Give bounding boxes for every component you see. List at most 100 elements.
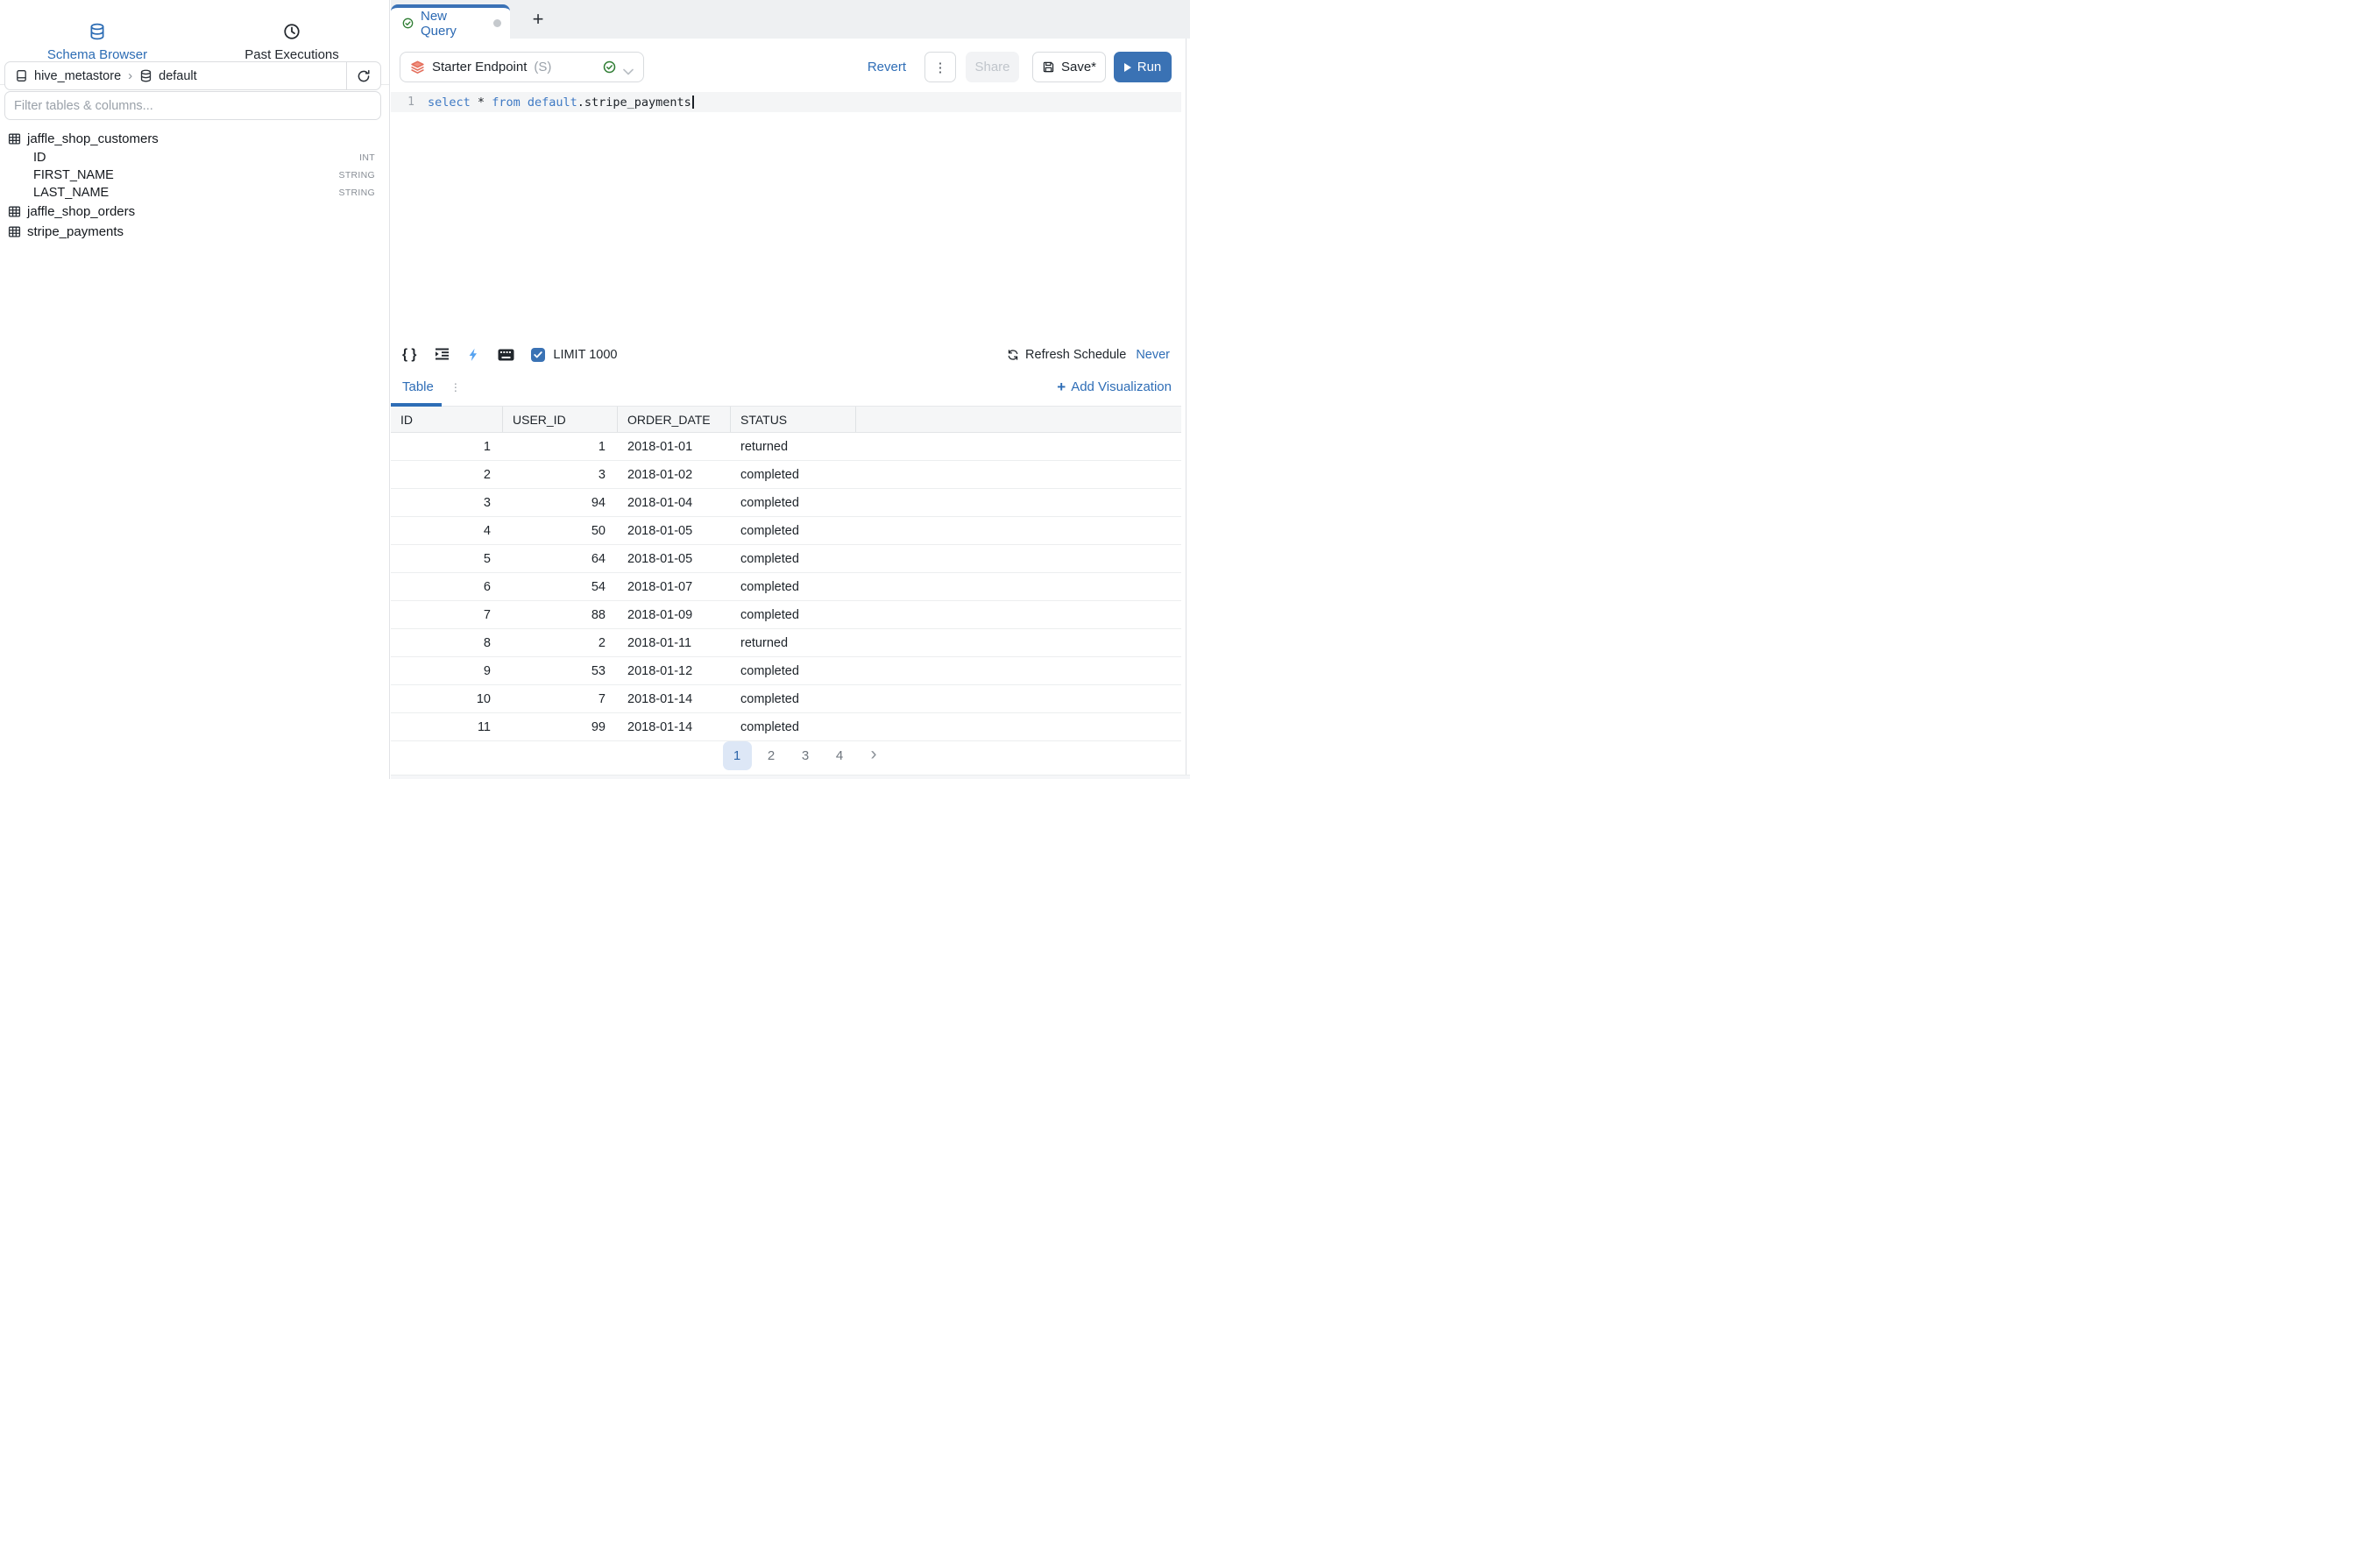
table-cell: 3 [503, 461, 618, 488]
table-cell: 2018-01-14 [618, 713, 731, 740]
table-cell-spacer [856, 573, 1181, 600]
breadcrumb-catalog[interactable]: hive_metastore [34, 69, 121, 83]
page-button-4[interactable]: 4 [825, 741, 854, 770]
code-token [485, 96, 492, 110]
run-button[interactable]: Run [1114, 52, 1172, 82]
column-type: STRING [339, 170, 375, 181]
schema-column-row[interactable]: FIRST_NAME STRING [0, 166, 390, 184]
endpoint-selector[interactable]: Starter Endpoint (S) [400, 52, 644, 82]
line-number: 1 [391, 96, 428, 109]
table-cell: 2018-01-14 [618, 685, 731, 712]
bottom-strip [391, 775, 1190, 779]
table-grid-icon [8, 205, 21, 218]
format-braces-icon[interactable]: { } [402, 347, 416, 363]
table-cell: completed [731, 657, 856, 684]
table-name: jaffle_shop_customers [27, 131, 159, 146]
history-clock-icon [283, 23, 301, 40]
table-cell: 2018-01-09 [618, 601, 731, 628]
new-tab-button[interactable]: + [522, 0, 554, 39]
add-visualization-button[interactable]: + Add Visualization [1057, 379, 1172, 396]
table-cell-spacer [856, 489, 1181, 516]
check-circle-icon [402, 18, 414, 29]
table-cell: 2018-01-11 [618, 629, 731, 656]
code-token: .stripe_payments [577, 96, 691, 110]
schema-column-row[interactable]: LAST_NAME STRING [0, 184, 390, 202]
table-cell: 4 [391, 517, 503, 544]
table-cell: 1 [503, 433, 618, 460]
breadcrumb-schema[interactable]: default [159, 69, 197, 83]
table-cell: 2018-01-01 [618, 433, 731, 460]
filter-input[interactable] [4, 91, 381, 120]
chevron-down-icon [623, 64, 634, 71]
schema-table-row[interactable]: stripe_payments [0, 222, 390, 242]
column-header-status[interactable]: STATUS [731, 407, 856, 432]
table-cell: 6 [391, 573, 503, 600]
table-cell: 64 [503, 545, 618, 572]
schema-table-row[interactable]: jaffle_shop_orders [0, 202, 390, 222]
results-header-row: IDUSER_IDORDER_DATESTATUS [391, 407, 1181, 433]
table-row: 7882018-01-09completed [391, 601, 1181, 629]
kebab-menu-icon: ⋮ [934, 60, 947, 75]
column-header-id[interactable]: ID [391, 407, 503, 432]
code-line-content: select * from default.stripe_payments [428, 96, 694, 110]
column-header-user_id[interactable]: USER_ID [503, 407, 618, 432]
indent-icon[interactable] [435, 348, 450, 361]
table-cell: completed [731, 517, 856, 544]
save-button[interactable]: Save* [1032, 52, 1106, 82]
code-token: from [492, 96, 521, 110]
table-cell-spacer [856, 685, 1181, 712]
results-tab-table[interactable]: Table [402, 379, 434, 394]
column-name: FIRST_NAME [33, 168, 114, 182]
main-header: Starter Endpoint (S) Revert ⋮ Share Save… [391, 39, 1181, 92]
page-button-1[interactable]: 1 [723, 741, 752, 770]
table-cell: 88 [503, 601, 618, 628]
results-tab-kebab-icon[interactable]: ⋮ [450, 381, 461, 393]
table-row: 112018-01-01returned [391, 433, 1181, 461]
sql-editor[interactable]: 1 select * from default.stripe_payments [391, 92, 1181, 340]
table-cell: 3 [391, 489, 503, 516]
save-floppy-icon [1042, 60, 1055, 74]
lightning-icon[interactable] [468, 348, 478, 362]
page-button-2[interactable]: 2 [757, 741, 786, 770]
tab-label: Schema Browser [47, 47, 147, 62]
chevron-right-icon: › [128, 68, 132, 83]
table-cell: 2018-01-05 [618, 517, 731, 544]
header-actions: Revert ⋮ Share Save* Run [868, 52, 1172, 82]
table-row: 232018-01-02completed [391, 461, 1181, 489]
table-name: jaffle_shop_orders [27, 204, 135, 219]
unsaved-dot-icon [493, 19, 501, 27]
table-cell: completed [731, 461, 856, 488]
schema-column-row[interactable]: ID INT [0, 149, 390, 166]
editor-toolbar: { } LIMIT 1000 Refresh Schedule Never [391, 340, 1181, 369]
revert-button[interactable]: Revert [868, 60, 906, 74]
page-button-3[interactable]: 3 [791, 741, 820, 770]
query-tab-label: New Query [421, 9, 486, 39]
table-cell: 2018-01-07 [618, 573, 731, 600]
refresh-schema-button[interactable] [346, 62, 380, 89]
column-header-order_date[interactable]: ORDER_DATE [618, 407, 731, 432]
table-cell: 1 [391, 433, 503, 460]
save-button-label: Save* [1061, 60, 1096, 74]
column-type: INT [359, 152, 375, 163]
table-cell-spacer [856, 629, 1181, 656]
limit-checkbox[interactable] [531, 348, 545, 362]
refresh-schedule: Refresh Schedule Never [1007, 348, 1170, 362]
share-button: Share [966, 52, 1019, 82]
query-tab-new-query[interactable]: New Query [391, 4, 510, 39]
column-header-spacer [856, 407, 1181, 432]
schema-tree: jaffle_shop_customers ID INT FIRST_NAME … [0, 129, 390, 242]
table-cell: completed [731, 713, 856, 740]
schema-table-row[interactable]: jaffle_shop_customers [0, 129, 390, 149]
refresh-schedule-icon [1007, 349, 1019, 361]
left-panel: Schema Browser Past Executions hive_meta… [0, 0, 390, 779]
table-cell: completed [731, 573, 856, 600]
next-page-button[interactable]: › [860, 741, 889, 770]
table-cell: 11 [391, 713, 503, 740]
more-actions-button[interactable]: ⋮ [924, 52, 956, 82]
keyboard-shortcuts-icon[interactable] [498, 349, 514, 361]
scrollbar-gutter[interactable] [1186, 39, 1190, 775]
refresh-schedule-value[interactable]: Never [1136, 348, 1170, 362]
pagination: 1234› [410, 741, 1190, 770]
table-row: 3942018-01-04completed [391, 489, 1181, 517]
table-row: 5642018-01-05completed [391, 545, 1181, 573]
